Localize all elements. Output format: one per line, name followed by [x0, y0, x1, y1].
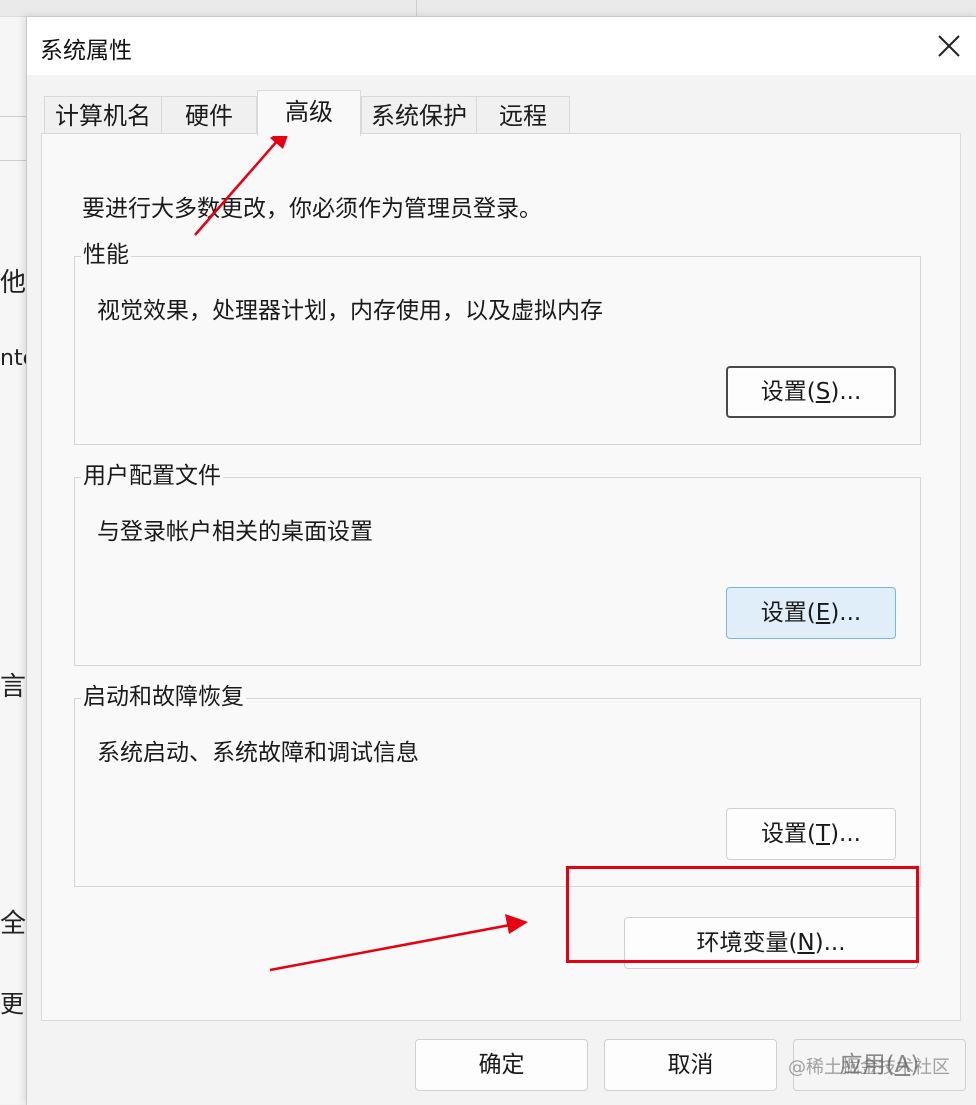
- watermark: @稀土掘金技术社区: [788, 1057, 950, 1078]
- highlight-box: [566, 866, 919, 963]
- tab-advanced[interactable]: 高级: [257, 90, 361, 136]
- arrow-to-env-button: [269, 914, 528, 972]
- arrow-to-advanced-tab: [194, 124, 292, 236]
